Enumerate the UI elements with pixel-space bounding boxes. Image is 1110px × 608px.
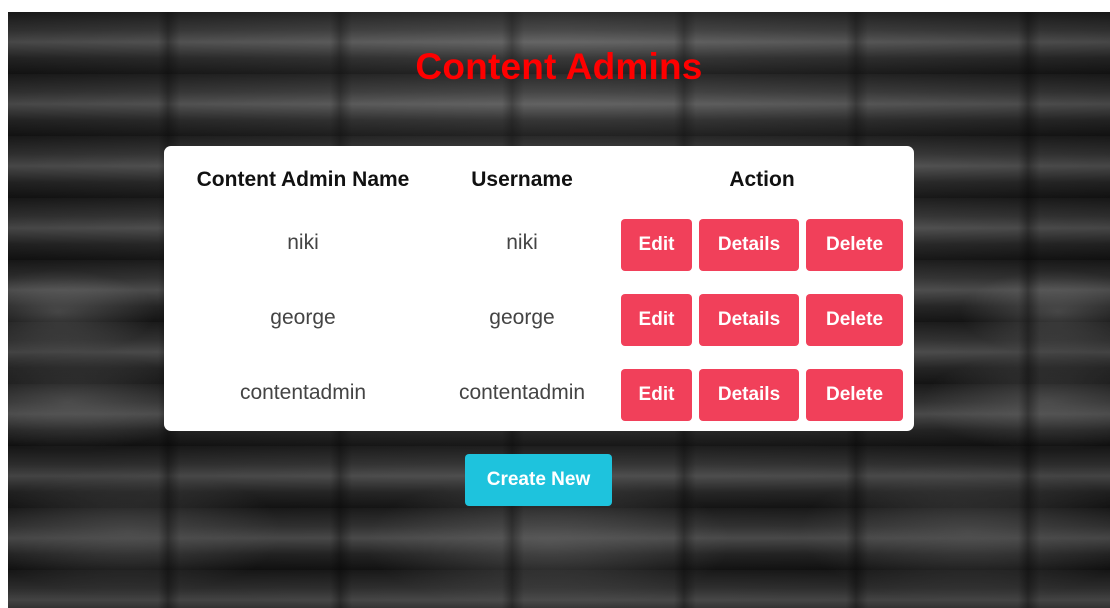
column-header-name: Content Admin Name xyxy=(196,168,410,191)
admin-name-cell: contentadmin xyxy=(239,381,367,404)
column-header-action: Action xyxy=(729,168,795,191)
table-row: niki niki Edit Details Delete xyxy=(164,217,914,271)
cinema-background: Content Admins Content Admin Name Userna… xyxy=(8,12,1110,608)
table-row: george george Edit Details Delete xyxy=(164,292,914,346)
username-cell: george xyxy=(489,306,555,329)
edit-button[interactable]: Edit xyxy=(621,219,692,271)
delete-button[interactable]: Delete xyxy=(806,294,903,346)
page-title: Content Admins xyxy=(415,46,703,87)
table-row: contentadmin contentadmin Edit Details D… xyxy=(164,367,914,421)
details-button[interactable]: Details xyxy=(699,294,799,346)
create-new-button[interactable]: Create New xyxy=(465,454,612,506)
column-header-username: Username xyxy=(471,168,573,191)
admin-name-cell: george xyxy=(270,306,336,329)
admin-name-cell: niki xyxy=(287,231,319,254)
edit-button[interactable]: Edit xyxy=(621,369,692,421)
username-cell: contentadmin xyxy=(458,381,586,404)
delete-button[interactable]: Delete xyxy=(806,369,903,421)
username-cell: niki xyxy=(506,231,538,254)
edit-button[interactable]: Edit xyxy=(621,294,692,346)
details-button[interactable]: Details xyxy=(699,219,799,271)
delete-button[interactable]: Delete xyxy=(806,219,903,271)
details-button[interactable]: Details xyxy=(699,369,799,421)
content-admins-table: Content Admin Name Username Action niki … xyxy=(164,146,914,431)
